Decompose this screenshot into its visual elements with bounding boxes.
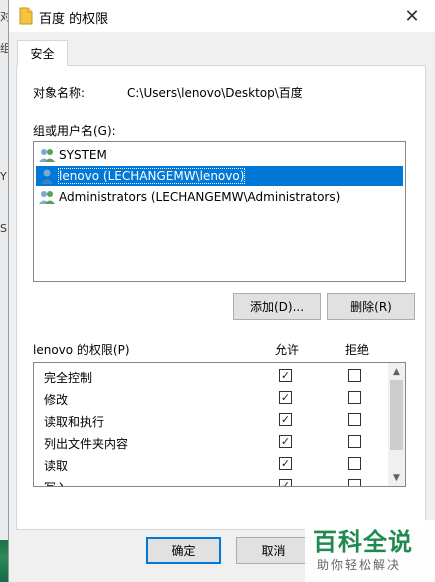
- permission-row: 列出文件夹内容 ✓: [34, 431, 389, 453]
- permission-row: 写入 ✓: [34, 475, 389, 486]
- background-text-fragment: Y: [0, 170, 7, 183]
- permissions-scrollbar[interactable]: ▲ ▼: [388, 363, 405, 486]
- object-name-value: C:\Users\lenovo\Desktop\百度: [127, 86, 303, 100]
- cancel-button[interactable]: 取消: [236, 537, 311, 564]
- permission-name: 完全控制: [44, 371, 93, 385]
- window-title: 百度 的权限: [39, 12, 109, 27]
- chevron-down-icon[interactable]: ▼: [388, 469, 405, 486]
- permissions-dialog: 百度 的权限 ✕ 安全 对象名称: C:\Users\lenovo\Deskto…: [8, 0, 435, 582]
- ok-button-label: 确定: [171, 544, 196, 558]
- add-button[interactable]: 添加(D)...: [233, 293, 321, 320]
- remove-button[interactable]: 删除(R): [327, 293, 415, 320]
- permission-row: 读取 ✓: [34, 453, 389, 475]
- allow-checkbox[interactable]: ✓: [279, 457, 292, 470]
- allow-checkbox[interactable]: ✓: [279, 435, 292, 448]
- permission-row: 读取和执行 ✓: [34, 409, 389, 431]
- allow-checkbox[interactable]: ✓: [279, 391, 292, 404]
- scrollbar-thumb[interactable]: [390, 380, 403, 450]
- allow-checkbox[interactable]: ✓: [279, 369, 292, 382]
- close-button[interactable]: ✕: [389, 0, 435, 32]
- permission-name: 写入: [44, 479, 68, 486]
- permissions-label: lenovo 的权限(P): [33, 343, 130, 357]
- close-icon: ✕: [404, 5, 420, 27]
- ok-button[interactable]: 确定: [146, 537, 221, 564]
- watermark-title: 百科全说: [313, 528, 413, 556]
- deny-checkbox[interactable]: [348, 435, 361, 448]
- allow-column-header: 允许: [275, 343, 300, 357]
- chevron-up-icon[interactable]: ▲: [388, 363, 405, 380]
- cancel-button-label: 取消: [261, 544, 286, 558]
- permission-name: 读取和执行: [44, 415, 105, 429]
- user-name: Administrators (LECHANGEMW\Administrator…: [59, 190, 341, 204]
- object-name-label: 对象名称:: [33, 86, 86, 100]
- deny-checkbox[interactable]: [348, 479, 361, 486]
- background-text-fragment: S: [0, 222, 7, 235]
- watermark-subtitle: 助你轻松解决: [317, 558, 402, 572]
- deny-checkbox[interactable]: [348, 369, 361, 382]
- permissions-list: 完全控制 ✓ 修改 ✓ 读取和执行 ✓ 列出文件夹内容 ✓ 读取 ✓ ✓ ▲ ▼: [33, 362, 406, 487]
- user-list[interactable]: SYSTEM lenovo (LECHANGEMW\lenovo) Admini…: [33, 141, 406, 282]
- remove-button-label: 删除(R): [350, 300, 392, 314]
- permission-row: 完全控制 ✓: [34, 365, 389, 387]
- user-row-administrators[interactable]: Administrators (LECHANGEMW\Administrator…: [36, 187, 340, 207]
- watermark-logo: 百科全说 助你轻松解决: [305, 520, 435, 582]
- background-window-edge: 对 组 Y S: [0, 0, 11, 582]
- deny-column-header: 拒绝: [345, 343, 370, 357]
- user-name: lenovo (LECHANGEMW\lenovo): [57, 168, 246, 184]
- security-panel: 对象名称: C:\Users\lenovo\Desktop\百度 组或用户名(G…: [16, 65, 426, 530]
- users-group-icon: [39, 149, 55, 162]
- tab-security[interactable]: 安全: [17, 40, 68, 66]
- deny-checkbox[interactable]: [348, 413, 361, 426]
- user-row-system[interactable]: SYSTEM: [36, 145, 107, 165]
- permission-name: 修改: [44, 393, 69, 407]
- permission-name: 读取: [44, 459, 69, 473]
- permission-row: 修改 ✓: [34, 387, 389, 409]
- allow-checkbox[interactable]: ✓: [279, 413, 292, 426]
- allow-checkbox[interactable]: ✓: [279, 479, 292, 486]
- users-group-icon: [39, 191, 55, 204]
- title-bar: 百度 的权限 ✕: [9, 0, 435, 32]
- deny-checkbox[interactable]: [348, 457, 361, 470]
- user-row-lenovo[interactable]: lenovo (LECHANGEMW\lenovo): [36, 166, 403, 186]
- permission-name: 列出文件夹内容: [44, 437, 129, 451]
- add-button-label: 添加(D)...: [249, 300, 305, 314]
- file-icon: [19, 7, 33, 25]
- tab-label: 安全: [30, 47, 55, 61]
- user-name: SYSTEM: [59, 148, 107, 162]
- user-icon: [41, 169, 53, 184]
- deny-checkbox[interactable]: [348, 391, 361, 404]
- groups-label: 组或用户名(G):: [33, 124, 116, 138]
